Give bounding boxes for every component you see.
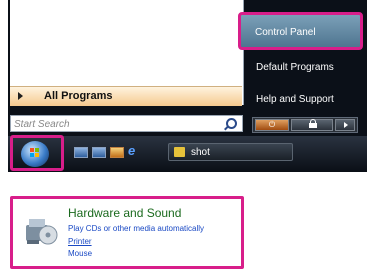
- control-panel-label: Control Panel: [255, 27, 316, 38]
- start-button[interactable]: [10, 135, 64, 171]
- arrow-right-icon: [344, 122, 348, 128]
- lock-icon: [309, 119, 317, 128]
- help-and-support-link[interactable]: Help and Support: [256, 94, 334, 105]
- taskbar-button-shot[interactable]: shot: [168, 143, 293, 161]
- all-programs-label: All Programs: [44, 90, 113, 102]
- autoplay-link[interactable]: Play CDs or other media automatically: [68, 224, 204, 233]
- power-button[interactable]: ⏻: [255, 119, 289, 131]
- taskbar-button-label: shot: [191, 147, 210, 158]
- show-desktop-icon[interactable]: [74, 147, 88, 158]
- power-icon: ⏻: [268, 120, 276, 129]
- default-programs-link[interactable]: Default Programs: [256, 62, 334, 73]
- lock-button[interactable]: [291, 119, 333, 131]
- media-player-icon[interactable]: [110, 147, 124, 158]
- hardware-and-sound-icon: [26, 219, 58, 245]
- control-panel-menu-item[interactable]: Control Panel: [238, 12, 363, 50]
- all-programs-button[interactable]: All Programs: [10, 86, 242, 106]
- shutdown-options-button[interactable]: [335, 119, 355, 131]
- search-icon[interactable]: [226, 118, 237, 129]
- internet-explorer-icon[interactable]: e: [128, 144, 142, 157]
- windows-logo-icon: [21, 141, 49, 167]
- hardware-and-sound-category[interactable]: Hardware and Sound Play CDs or other med…: [10, 196, 244, 269]
- start-search-box[interactable]: [10, 115, 243, 132]
- folder-icon: [174, 147, 185, 157]
- power-controls: ⏻: [252, 117, 358, 133]
- printer-link[interactable]: Printer: [68, 237, 92, 246]
- mouse-link[interactable]: Mouse: [68, 249, 92, 258]
- arrow-right-icon: [18, 92, 23, 100]
- switch-windows-icon[interactable]: [92, 147, 106, 158]
- start-search-input[interactable]: [14, 117, 214, 131]
- category-title[interactable]: Hardware and Sound: [68, 206, 181, 220]
